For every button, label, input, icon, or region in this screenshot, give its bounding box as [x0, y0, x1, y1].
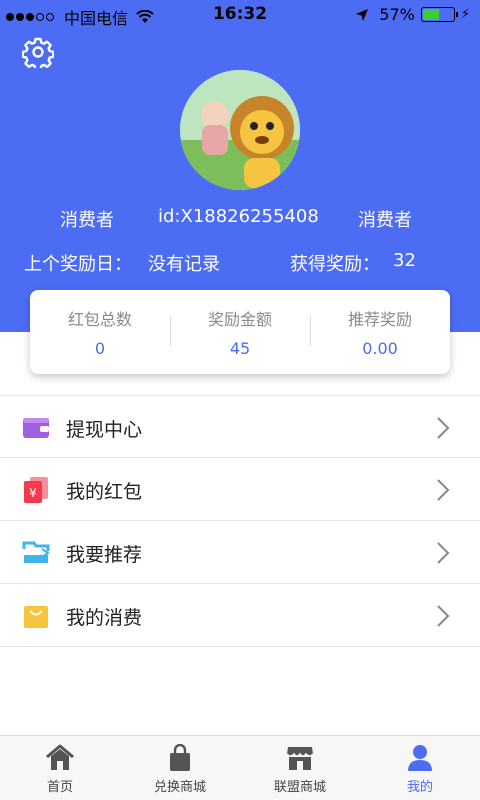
- menu-list: 提现中心 ¥ 我的红包 我要推荐 我的消费: [0, 395, 480, 647]
- stat-label: 奖励金额: [207, 310, 272, 329]
- battery-percent: 57%: [379, 5, 415, 24]
- menu-item-my-consumption[interactable]: 我的消费: [0, 584, 480, 647]
- stat-label: 推荐奖励: [347, 310, 412, 329]
- battery-icon: [420, 7, 458, 22]
- stat-reward-amount[interactable]: 奖励金额 45: [170, 290, 310, 374]
- earned-reward-value: 32: [393, 250, 416, 271]
- tab-label: 首页: [46, 780, 73, 795]
- chevron-right-icon: [437, 542, 450, 564]
- home-icon: [46, 744, 74, 770]
- menu-label: 我的消费: [66, 607, 143, 629]
- store-icon: [286, 747, 314, 770]
- settings-gear-icon[interactable]: [22, 36, 54, 68]
- charging-icon: ⚡: [460, 7, 470, 22]
- earned-reward-label: 获得奖励：: [290, 254, 380, 275]
- menu-item-recommend[interactable]: 我要推荐: [0, 521, 480, 584]
- menu-item-my-red-packet[interactable]: ¥ 我的红包: [0, 458, 480, 521]
- stat-value: 0.00: [362, 339, 398, 358]
- last-reward-value: 没有记录: [148, 254, 220, 275]
- stat-value: 45: [229, 339, 251, 358]
- tab-label: 我的: [406, 780, 433, 795]
- user-role-right: 消费者: [358, 210, 412, 231]
- tab-exchange-mall[interactable]: 兑换商城: [120, 736, 240, 800]
- stat-red-packet-total[interactable]: 红包总数 0: [30, 290, 170, 374]
- user-icon: [408, 745, 432, 771]
- svg-text:¥: ¥: [29, 486, 37, 500]
- tab-alliance-mall[interactable]: 联盟商城: [240, 736, 360, 800]
- location-arrow-icon: [356, 8, 369, 21]
- avatar[interactable]: [180, 70, 300, 190]
- bag-icon: [170, 744, 190, 771]
- stats-card: 红包总数 0 奖励金额 45 推荐奖励 0.00: [30, 290, 450, 374]
- tab-label: 联盟商城: [273, 780, 326, 795]
- wallet-icon: [23, 418, 49, 438]
- tab-label: 兑换商城: [153, 780, 206, 795]
- menu-label: 我的红包: [66, 481, 143, 503]
- tab-home[interactable]: 首页: [0, 736, 120, 800]
- stat-referral-reward[interactable]: 推荐奖励 0.00: [310, 290, 450, 374]
- chevron-right-icon: [437, 605, 450, 627]
- tab-mine[interactable]: 我的: [360, 736, 480, 800]
- chevron-right-icon: [437, 417, 450, 439]
- chevron-right-icon: [437, 479, 450, 501]
- last-reward-label: 上个奖励日：: [24, 254, 132, 275]
- user-role-left: 消费者: [60, 210, 114, 231]
- tab-bar: 首页 兑换商城 联盟商城 我的: [0, 735, 480, 800]
- share-icon: [22, 541, 50, 563]
- status-bar: 中国电信 16:32 57% ⚡: [0, 0, 480, 30]
- menu-label: 提现中心: [66, 419, 143, 441]
- menu-label: 我要推荐: [66, 544, 143, 566]
- stat-value: 0: [94, 339, 106, 358]
- red-packet-icon: ¥: [24, 477, 48, 503]
- user-id: id:X18826255408: [158, 206, 319, 227]
- menu-item-withdraw-center[interactable]: 提现中心: [0, 395, 480, 458]
- shopping-bag-icon: [24, 606, 48, 628]
- stat-label: 红包总数: [67, 310, 132, 329]
